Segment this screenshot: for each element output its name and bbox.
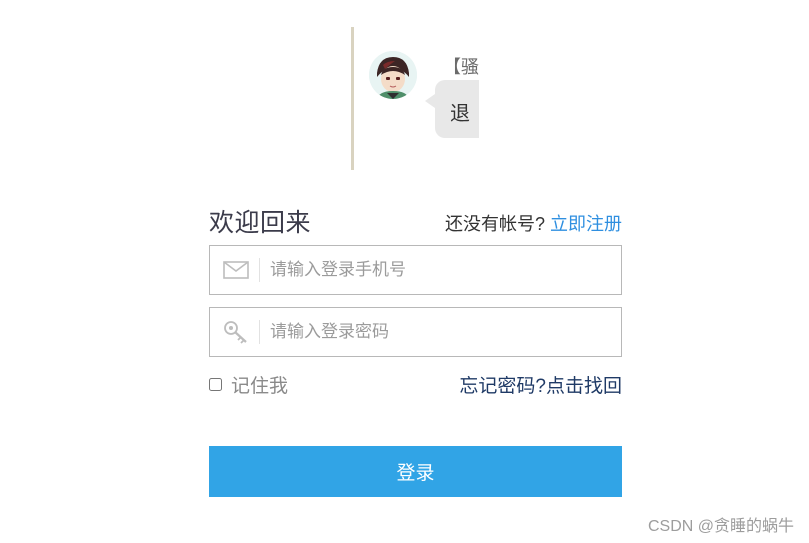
field-divider [259, 320, 260, 344]
remember-checkbox[interactable] [209, 378, 222, 391]
avatar [369, 51, 417, 99]
chat-message-text: 退 [450, 103, 470, 125]
chat-preview: 【骚 退 [351, 27, 479, 170]
no-account-text: 还没有帐号? [444, 214, 545, 234]
remember-me[interactable]: 记住我 [209, 371, 288, 398]
envelope-icon [222, 258, 250, 282]
field-divider [259, 258, 260, 282]
watermark: CSDN @贪睡的蜗牛 [647, 518, 794, 535]
login-button[interactable]: 登录 [209, 446, 622, 497]
password-field[interactable] [209, 307, 622, 357]
login-form: 欢迎回来 还没有帐号? 立即注册 请输入登录手机号 记住我 忘记密码?点击找回 … [209, 203, 622, 497]
chat-message-bubble: 退 [425, 80, 479, 138]
avatar-image [369, 51, 417, 99]
chat-sender-name: 【骚 [443, 57, 479, 77]
login-header: 欢迎回来 还没有帐号? 立即注册 [209, 203, 622, 243]
page-title: 欢迎回来 [209, 209, 312, 237]
key-icon [222, 320, 250, 344]
password-input[interactable] [270, 308, 610, 356]
remember-label: 记住我 [231, 376, 289, 397]
register-prompt: 还没有帐号? 立即注册 [445, 210, 622, 236]
phone-field[interactable] [209, 245, 622, 295]
login-options-row: 记住我 忘记密码?点击找回 [209, 371, 622, 397]
register-link[interactable]: 立即注册 [550, 214, 622, 234]
chat-divider-line [351, 27, 354, 170]
phone-input[interactable] [270, 246, 610, 294]
forgot-password-link[interactable]: 忘记密码?点击找回 [459, 371, 622, 398]
